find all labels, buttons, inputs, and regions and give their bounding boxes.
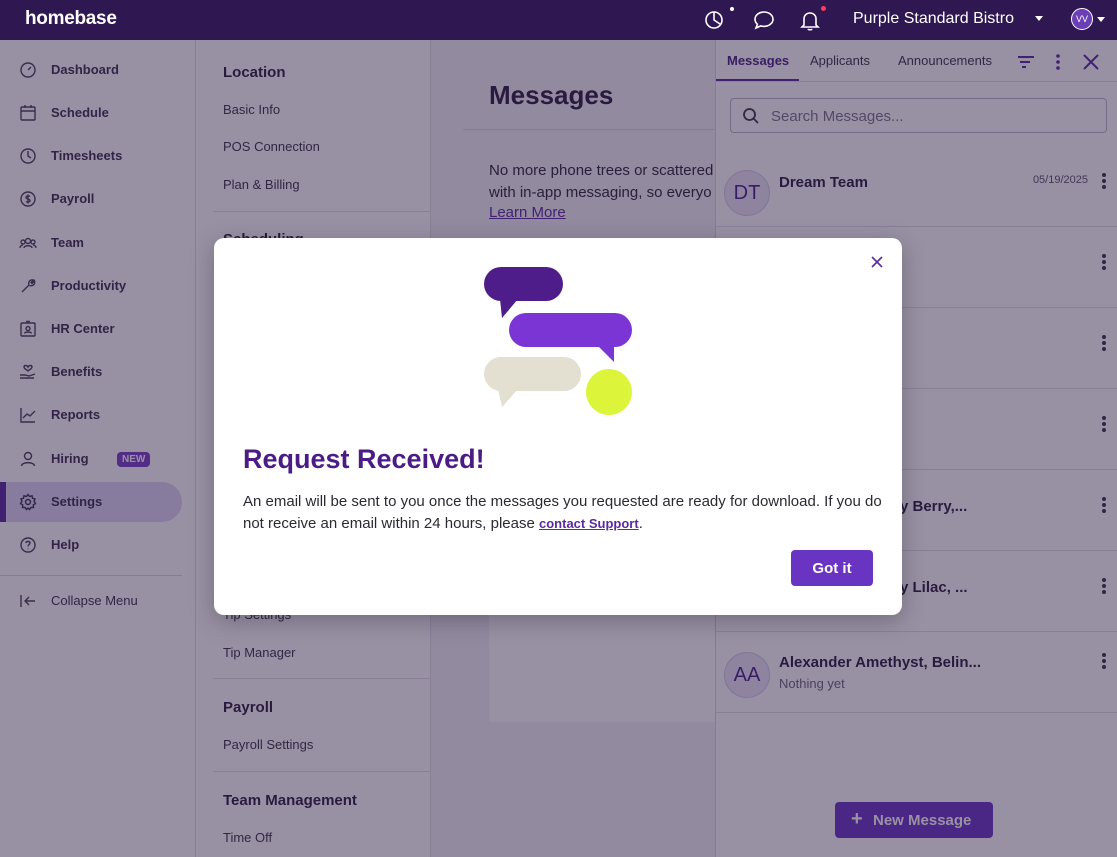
notification-dot bbox=[821, 6, 826, 11]
request-received-modal: Request Received! An email will be sent … bbox=[214, 238, 902, 615]
time-clock-icon[interactable] bbox=[702, 8, 726, 32]
close-icon[interactable] bbox=[869, 254, 885, 270]
chevron-down-icon[interactable] bbox=[1035, 16, 1043, 21]
notifications-bell-icon[interactable] bbox=[798, 8, 822, 32]
chat-bubbles-illustration bbox=[484, 267, 632, 415]
homebase-logo[interactable]: homebase bbox=[25, 8, 117, 30]
contact-support-link[interactable]: contact Support bbox=[539, 516, 639, 531]
chevron-down-icon[interactable] bbox=[1097, 17, 1105, 22]
modal-title: Request Received! bbox=[243, 444, 485, 474]
messages-icon[interactable] bbox=[752, 8, 776, 32]
modal-body-end: . bbox=[638, 515, 643, 532]
user-avatar[interactable]: VV bbox=[1071, 8, 1093, 30]
modal-body: An email will be sent to you once the me… bbox=[243, 491, 883, 535]
time-clock-dot bbox=[730, 7, 734, 11]
got-it-button[interactable]: Got it bbox=[791, 550, 873, 586]
top-bar: homebase Purple Standard Bistro VV bbox=[0, 0, 1117, 40]
location-switcher[interactable]: Purple Standard Bistro bbox=[853, 10, 1014, 28]
